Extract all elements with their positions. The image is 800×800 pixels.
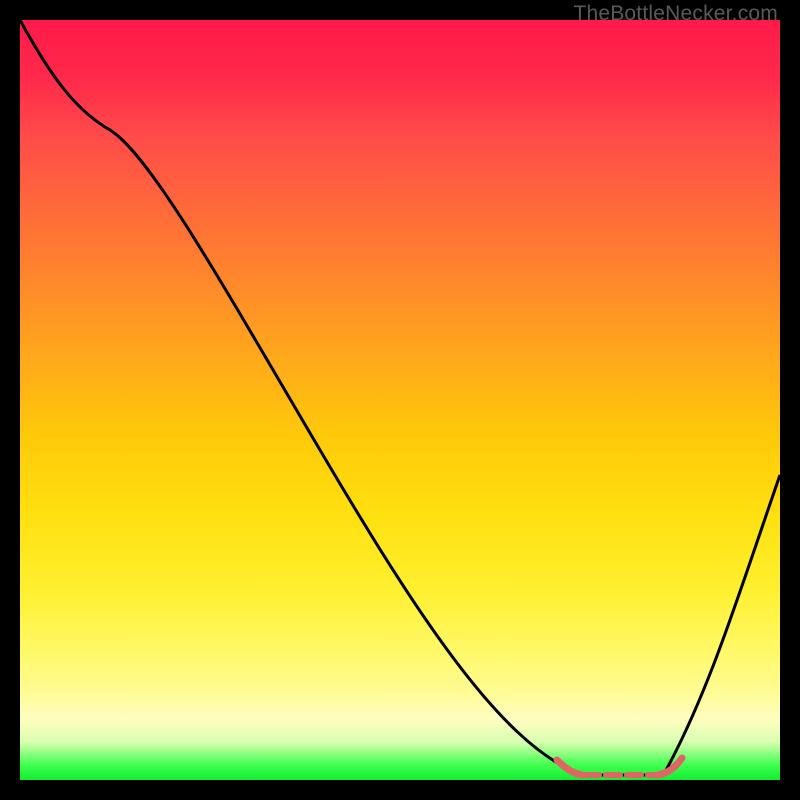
curve-main-path [20, 20, 780, 775]
curve-highlight-left [557, 760, 582, 775]
bottleneck-curve [20, 20, 780, 780]
